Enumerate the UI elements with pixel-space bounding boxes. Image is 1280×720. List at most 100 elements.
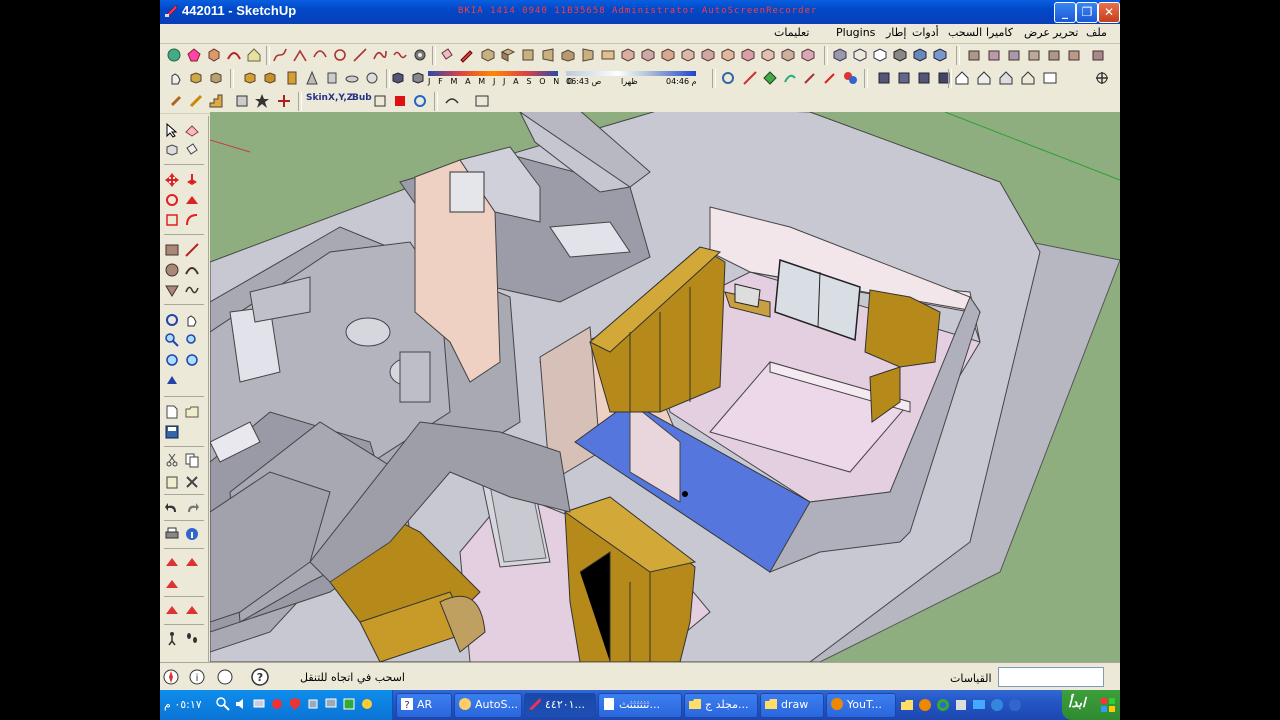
menu-window[interactable]: إطار [886, 26, 906, 39]
line-tool-icon[interactable] [352, 47, 368, 63]
sandbox-2-icon[interactable] [184, 554, 200, 570]
diamond-icon[interactable] [762, 70, 778, 86]
cube-icon[interactable] [206, 47, 222, 63]
polygon-tool-icon[interactable] [164, 282, 180, 298]
arc-icon[interactable] [226, 47, 242, 63]
rotate-tool-icon[interactable] [164, 192, 180, 208]
move-tool-icon[interactable] [164, 172, 180, 188]
undo-icon[interactable] [164, 500, 180, 516]
rotate-box-icon[interactable] [208, 70, 224, 86]
arc-2-icon[interactable] [312, 47, 328, 63]
zoom-extents-icon[interactable] [164, 352, 180, 368]
quicklaunch-ie-icon[interactable] [990, 698, 1004, 712]
view-back-icon[interactable] [560, 47, 576, 63]
menu-tools[interactable]: أدوات [912, 26, 939, 39]
xray-icon[interactable] [832, 47, 848, 63]
layer-icon[interactable] [680, 47, 696, 63]
skin-button[interactable]: Skin [306, 93, 328, 103]
view-top-icon[interactable] [500, 47, 516, 63]
view-right-icon[interactable] [540, 47, 556, 63]
task-sketchup[interactable]: ٤٤٢٠١... [524, 693, 596, 718]
security-icon[interactable] [288, 697, 302, 711]
iso-view-icon[interactable] [966, 47, 982, 63]
left-view-icon[interactable] [1066, 47, 1082, 63]
task-ar[interactable]: ? AR [396, 693, 452, 718]
usb-icon[interactable] [306, 697, 320, 711]
orbit-icon[interactable] [720, 70, 736, 86]
cone-icon[interactable] [304, 70, 320, 86]
house-side-icon[interactable] [976, 70, 992, 86]
orbit-tool-icon[interactable] [164, 312, 180, 328]
copy-icon[interactable] [184, 452, 200, 468]
puzzle-icon[interactable] [234, 93, 250, 109]
right-view-icon[interactable] [1026, 47, 1042, 63]
network-icon[interactable] [252, 697, 266, 711]
circle-tool-icon-2[interactable] [164, 262, 180, 278]
house-icon[interactable] [246, 47, 262, 63]
shadow-settings-icon[interactable] [390, 70, 406, 86]
back-view-icon[interactable] [1046, 47, 1062, 63]
quicklaunch-app-icon[interactable] [954, 698, 968, 712]
arc-tool-icon[interactable] [184, 262, 200, 278]
measurements-input[interactable] [998, 667, 1104, 687]
select-arrow-icon[interactable] [164, 122, 180, 138]
footprints-icon[interactable] [184, 630, 200, 646]
cylinder-icon[interactable] [324, 70, 340, 86]
geo-location-icon[interactable] [162, 668, 180, 686]
cut-icon[interactable] [164, 452, 180, 468]
sphere-icon[interactable] [364, 70, 380, 86]
box-icon[interactable] [188, 70, 204, 86]
record-icon[interactable] [270, 697, 284, 711]
component-tool-icon[interactable] [164, 142, 180, 158]
info-icon[interactable] [184, 526, 200, 542]
paint-icon[interactable] [842, 70, 858, 86]
menu-edit[interactable]: تحرير [1053, 26, 1078, 39]
credits-icon[interactable]: i [188, 668, 206, 686]
tall-box-icon[interactable] [284, 70, 300, 86]
user-icon[interactable] [216, 668, 234, 686]
group-icon[interactable] [640, 47, 656, 63]
refresh-icon[interactable] [412, 93, 428, 109]
menu-help[interactable]: تعليمات [774, 26, 809, 39]
stairs-icon[interactable] [208, 93, 224, 109]
bottom-view-icon[interactable] [1090, 47, 1106, 63]
close-button[interactable]: ✕ [1098, 2, 1120, 23]
pan-tool-icon[interactable] [184, 312, 200, 328]
house-outline-icon[interactable] [1020, 70, 1036, 86]
house-front-icon[interactable] [954, 70, 970, 86]
ellipse-icon[interactable] [344, 70, 360, 86]
top-view-icon[interactable] [986, 47, 1002, 63]
quicklaunch-folder-icon[interactable] [900, 698, 914, 712]
paint-bucket-icon[interactable] [438, 47, 454, 63]
print-icon[interactable] [164, 526, 180, 542]
shadow-icon[interactable] [800, 47, 816, 63]
eraser-icon[interactable] [184, 122, 200, 138]
paste-icon[interactable] [164, 474, 180, 490]
red-pen-icon[interactable] [822, 70, 838, 86]
circle-tool-icon[interactable] [332, 47, 348, 63]
time-slider[interactable]: 06:43 ص ظهرا 04:46 م [566, 69, 697, 89]
styles-icon[interactable] [760, 47, 776, 63]
component-icon[interactable] [620, 47, 636, 63]
antivirus-icon[interactable] [342, 697, 356, 711]
pencil-icon[interactable] [458, 47, 474, 63]
open-folder-icon[interactable] [184, 404, 200, 420]
save-icon[interactable] [164, 424, 180, 440]
restore-button[interactable]: ❐ [1076, 2, 1098, 23]
materials-icon[interactable] [740, 47, 756, 63]
quicklaunch-desktop-icon[interactable] [972, 698, 986, 712]
menu-file[interactable]: ملف [1086, 26, 1107, 39]
monochrome-icon[interactable] [932, 47, 948, 63]
pushpin-icon[interactable] [168, 93, 184, 109]
frame-icon[interactable] [474, 93, 490, 109]
freehand-icon[interactable] [392, 47, 408, 63]
minimize-button[interactable]: _ [1054, 2, 1076, 23]
task-document[interactable]: ثثثثثثث... [598, 693, 682, 718]
zoom-tool-icon[interactable] [164, 332, 180, 348]
curve-arrow-icon[interactable] [782, 70, 798, 86]
move-icon[interactable] [276, 93, 292, 109]
view-iso-icon[interactable] [480, 47, 496, 63]
view-front-icon[interactable] [520, 47, 536, 63]
position-camera-icon[interactable] [164, 372, 180, 388]
hand-tool-icon[interactable] [168, 70, 184, 86]
